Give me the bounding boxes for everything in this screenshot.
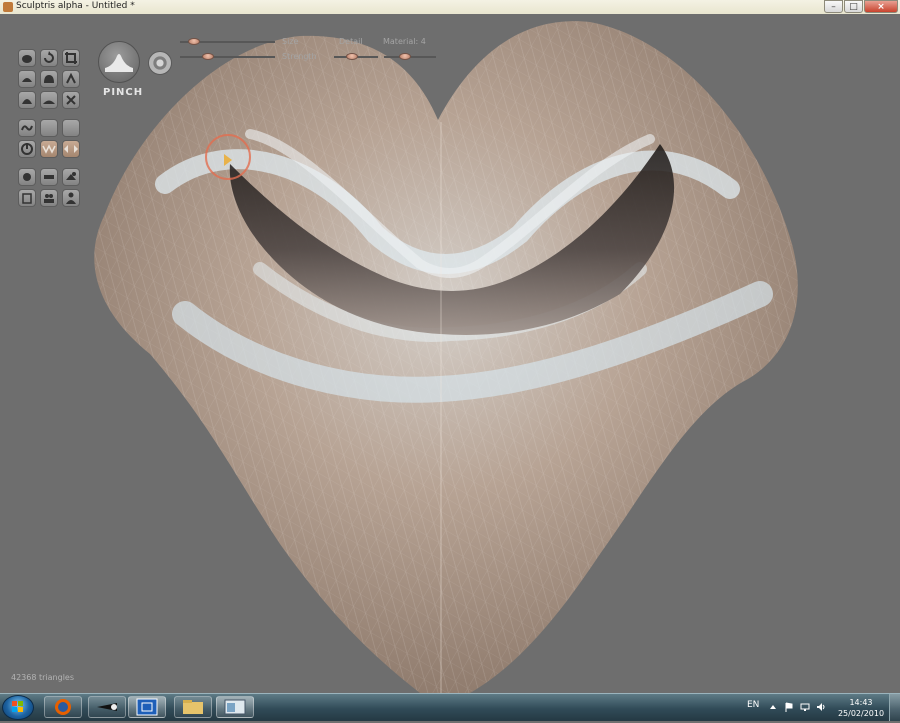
flatten-icon <box>22 78 32 82</box>
language-indicator[interactable]: EN <box>747 700 759 710</box>
mask-icon <box>44 175 54 179</box>
lasso-tool[interactable] <box>62 70 80 88</box>
people-icon <box>66 192 76 204</box>
blank-tool-2[interactable] <box>62 119 80 137</box>
steam-icon <box>97 703 117 711</box>
show-desktop-button[interactable] <box>889 694 900 721</box>
pinch-tool[interactable] <box>40 140 58 158</box>
clock-date: 25/02/2010 <box>837 709 885 718</box>
flatten-tool[interactable] <box>18 70 36 88</box>
rotate-icon <box>44 51 54 63</box>
layers-icon <box>66 172 76 180</box>
maximize-button[interactable]: □ <box>844 0 863 13</box>
explorer-icon <box>183 700 203 714</box>
pinch-icon <box>42 144 56 154</box>
detail-label: Detail <box>339 37 363 46</box>
volume-icon[interactable] <box>816 702 826 712</box>
mirror-icon <box>64 145 78 153</box>
material-slider-handle[interactable] <box>398 53 411 60</box>
figure-icon <box>22 193 32 204</box>
symmetry-tool[interactable] <box>18 119 36 137</box>
group-tool[interactable] <box>40 189 58 207</box>
pinch-brush-icon <box>105 54 133 72</box>
people-tool[interactable] <box>62 189 80 207</box>
layers-tool[interactable] <box>62 168 80 186</box>
brush-selector-button[interactable] <box>98 41 140 83</box>
power-tool[interactable] <box>18 140 36 158</box>
power-icon <box>21 143 33 155</box>
symmetry-icon <box>21 125 33 131</box>
title-bar: Sculptris alpha - Untitled * – □ × <box>0 0 900 15</box>
sphere-icon <box>22 55 32 63</box>
detail-slider-handle[interactable] <box>345 53 358 60</box>
falloff-button[interactable] <box>148 51 172 75</box>
material-label: Material: 4 <box>383 37 426 46</box>
inflate-icon <box>44 75 54 83</box>
inflate-tool[interactable] <box>40 70 58 88</box>
rotate-tool[interactable] <box>40 49 58 67</box>
smooth-tool[interactable] <box>40 91 58 109</box>
group-icon <box>44 194 54 203</box>
system-clock[interactable]: 14:43 25/02/2010 <box>836 697 886 719</box>
firefox-icon <box>55 699 71 715</box>
window-icon <box>224 699 246 715</box>
strength-label: Strength <box>282 52 317 61</box>
brush-label: PINCH <box>103 87 144 98</box>
tool-palette <box>18 49 82 209</box>
material-icon <box>23 173 31 181</box>
taskbar-steam[interactable] <box>88 696 126 718</box>
reduce-icon <box>66 95 76 105</box>
sculptris-icon <box>136 698 158 716</box>
cursor-arrow-icon <box>224 154 232 166</box>
blank-icon <box>41 120 57 136</box>
mesh-canvas[interactable] <box>0 14 900 693</box>
minimize-button[interactable]: – <box>824 0 843 13</box>
window-title: Sculptris alpha - Untitled * <box>16 1 135 11</box>
material-tool[interactable] <box>18 168 36 186</box>
triangle-count: 42368 triangles <box>11 673 75 682</box>
sphere-tool[interactable] <box>18 49 36 67</box>
close-button[interactable]: × <box>864 0 898 13</box>
strength-slider-handle[interactable] <box>201 53 214 60</box>
clock-time: 14:43 <box>849 698 873 707</box>
blank-icon <box>63 120 79 136</box>
show-hidden-icons-icon[interactable] <box>768 702 778 712</box>
crop-icon <box>65 52 77 64</box>
taskbar-explorer[interactable] <box>174 696 212 718</box>
crop-tool[interactable] <box>62 49 80 67</box>
figure-tool[interactable] <box>18 189 36 207</box>
blank-tool-1[interactable] <box>40 119 58 137</box>
grab-icon <box>22 99 32 104</box>
strength-slider[interactable] <box>180 56 275 58</box>
lasso-icon <box>66 72 76 84</box>
flatten-mask-tool[interactable] <box>40 168 58 186</box>
sculptris-icon <box>3 2 13 12</box>
smooth-icon <box>43 100 55 104</box>
taskbar: EN 14:43 25/02/2010 <box>0 693 900 721</box>
action-center-flag-icon[interactable] <box>784 702 794 712</box>
size-label: Size <box>282 37 299 46</box>
taskbar-firefox[interactable] <box>44 696 82 718</box>
windows-logo-icon <box>12 701 23 712</box>
mirror-tool[interactable] <box>62 140 80 158</box>
network-icon[interactable] <box>800 702 810 712</box>
sculpt-viewport[interactable]: PINCH Size Strength Detail Material: 4 4… <box>0 14 900 693</box>
taskbar-window[interactable] <box>216 696 254 718</box>
reduce-tool[interactable] <box>62 91 80 109</box>
taskbar-sculptris[interactable] <box>128 696 166 718</box>
start-button[interactable] <box>2 695 34 720</box>
grab-tool[interactable] <box>18 91 36 109</box>
